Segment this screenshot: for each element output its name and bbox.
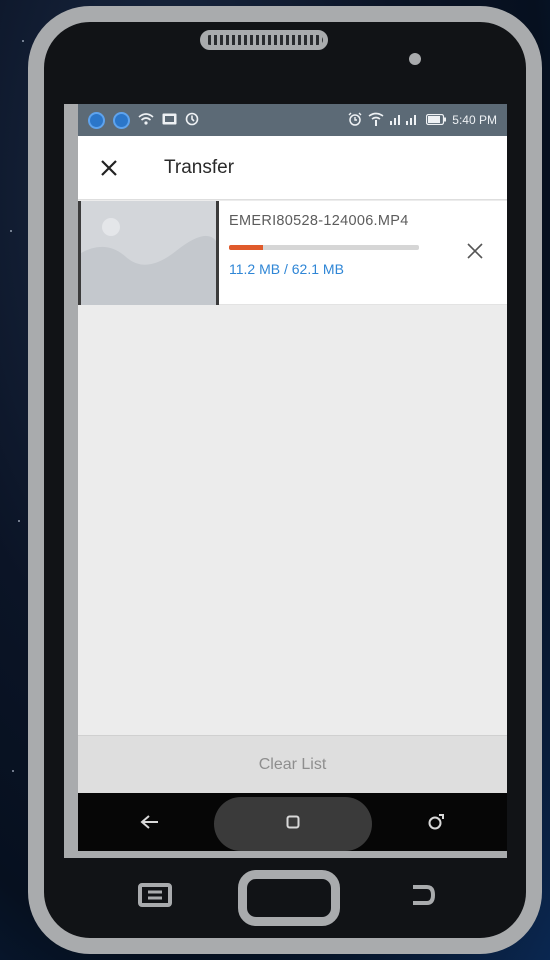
navigation-bar [78, 793, 507, 851]
hardware-menu-button[interactable] [136, 880, 174, 910]
alarm-icon [348, 112, 362, 128]
home-button[interactable] [263, 802, 323, 842]
phone-camera [409, 53, 421, 65]
close-icon [101, 159, 117, 176]
status-time: 5:40 PM [452, 113, 497, 127]
sync-icon [185, 112, 199, 128]
back-button[interactable] [120, 802, 180, 842]
close-icon [467, 243, 483, 259]
close-button[interactable] [78, 136, 140, 200]
battery-icon [426, 113, 447, 127]
recents-button[interactable] [406, 802, 466, 842]
app-bar: Transfer [78, 136, 507, 200]
phone-speaker [200, 30, 328, 50]
app-notification-icon [88, 111, 105, 129]
hardware-home-button[interactable] [238, 870, 340, 926]
transfer-info: EMERI80528-124006.MP4 11.2 MB / 62.1 MB [219, 201, 507, 304]
video-thumbnail [78, 201, 219, 305]
app-screen: 5:40 PM Transfer EMERI80528-124006.MP4 1… [78, 104, 507, 851]
wifi-icon [138, 112, 154, 128]
progress-bar [229, 245, 419, 250]
file-name: EMERI80528-124006.MP4 [229, 213, 409, 229]
cell-signal-icon [390, 113, 420, 127]
progress-fill [229, 245, 264, 250]
cast-icon [162, 113, 177, 127]
back-icon [413, 885, 436, 905]
back-icon [139, 815, 158, 829]
wifi-signal-icon [368, 112, 384, 128]
clear-list-button[interactable]: Clear List [78, 735, 507, 793]
hardware-back-button[interactable] [404, 880, 442, 910]
menu-icon [138, 883, 172, 907]
page-title: Transfer [164, 156, 235, 178]
clear-list-label: Clear List [258, 755, 327, 773]
app-notification-icon [113, 111, 130, 129]
image-placeholder-icon [81, 201, 216, 305]
status-bar: 5:40 PM [78, 104, 507, 136]
home-icon [286, 815, 299, 829]
cancel-transfer-button[interactable] [455, 231, 495, 271]
phone-screen: 5:40 PM Transfer EMERI80528-124006.MP4 1… [64, 104, 507, 858]
recents-icon [428, 814, 444, 830]
list-item[interactable]: EMERI80528-124006.MP4 11.2 MB / 62.1 MB [78, 201, 507, 305]
